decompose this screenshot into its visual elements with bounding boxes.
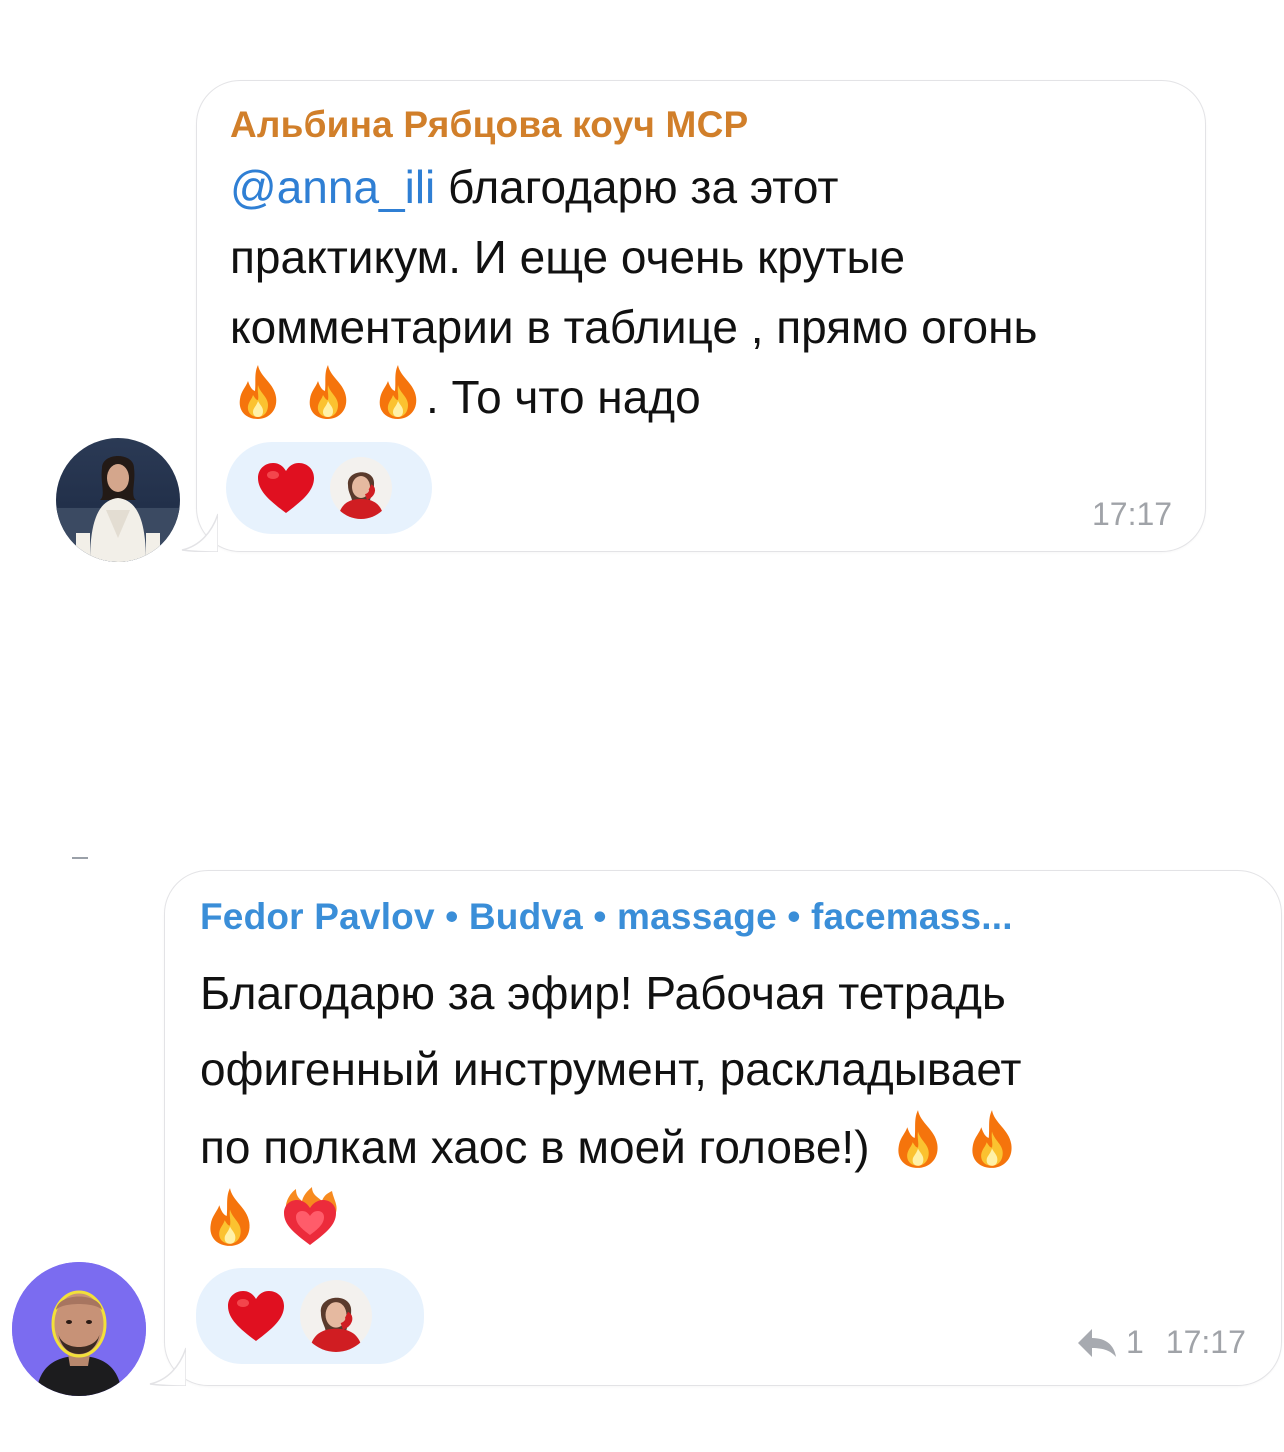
bubble-tail-1 bbox=[181, 513, 218, 552]
woman-portrait-avatar-icon bbox=[56, 438, 180, 562]
divider-mark bbox=[72, 857, 88, 859]
red-heart-icon bbox=[226, 1289, 286, 1343]
man-portrait-avatar-icon bbox=[12, 1262, 146, 1396]
message-text-2: Благодарю за эфир! Рабочая тетрадь офиге… bbox=[200, 955, 1270, 1263]
reactor-woman-avatar-icon[interactable] bbox=[300, 1280, 372, 1352]
reply-arrow-icon bbox=[1076, 1327, 1118, 1359]
sender-name-2[interactable]: Fedor Pavlov • Budva • massage • facemas… bbox=[200, 896, 1013, 938]
reply-counter[interactable]: 1 17:17 bbox=[1076, 1324, 1246, 1361]
sender-avatar-albina[interactable] bbox=[56, 438, 180, 562]
message-time-1: 17:17 bbox=[1092, 496, 1173, 532]
mention-link[interactable]: @anna_ili bbox=[230, 161, 435, 213]
heart-on-fire-emoji-icon bbox=[278, 1185, 342, 1249]
fire-emoji-icon bbox=[300, 363, 356, 421]
message-text-1: @anna_ili благодарю за этот практикум. И… bbox=[230, 161, 1038, 423]
fire-emoji-icon bbox=[370, 363, 426, 421]
fire-emoji-icon bbox=[230, 363, 286, 421]
message-time-2: 17:17 bbox=[1165, 1324, 1246, 1360]
sender-avatar-fedor[interactable] bbox=[12, 1262, 146, 1396]
reactor-woman-avatar-icon[interactable] bbox=[330, 457, 392, 519]
fire-emoji-icon bbox=[888, 1107, 948, 1171]
reaction-pill-2[interactable] bbox=[196, 1268, 424, 1364]
fire-emoji-group bbox=[230, 363, 426, 421]
emoji-group-2 bbox=[200, 1185, 342, 1249]
sender-name-1[interactable]: Альбина Рябцова коуч МСР bbox=[230, 104, 748, 146]
fire-emoji-icon bbox=[962, 1107, 1022, 1171]
reaction-pill-1[interactable] bbox=[226, 442, 432, 534]
fire-emoji-group bbox=[888, 1107, 1022, 1171]
fire-emoji-icon bbox=[200, 1185, 260, 1249]
red-heart-icon bbox=[256, 461, 316, 515]
reply-count: 1 bbox=[1126, 1324, 1144, 1360]
chat-page: Альбина Рябцова коуч МСР @anna_ili благо… bbox=[0, 0, 1284, 1452]
bubble-tail-2 bbox=[149, 1347, 186, 1386]
